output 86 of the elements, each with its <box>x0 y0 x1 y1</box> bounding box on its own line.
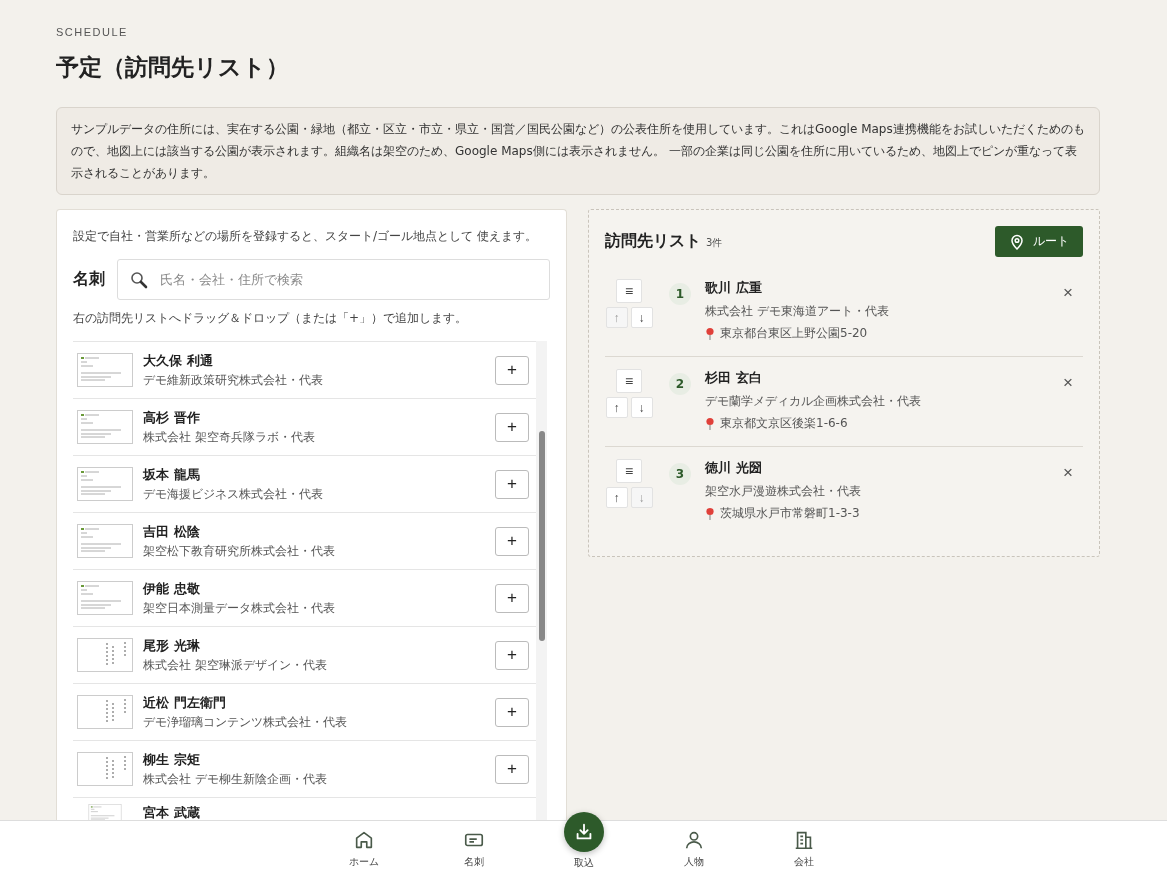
page-title: 予定（訪問先リスト） <box>56 52 290 82</box>
card-thumbnail-icon <box>77 467 133 501</box>
card-thumbnail-icon <box>77 638 133 672</box>
hint-text: 設定で自社・営業所などの場所を登録すると、スタート/ゴール地点として 使えます。 <box>73 228 538 245</box>
company-name: 株式会社 デモ柳生新陰企画・代表 <box>143 770 328 788</box>
order-badge: 2 <box>669 373 691 395</box>
remove-button[interactable]: × <box>1053 373 1083 393</box>
company-name: デモ蘭学メディカル企画株式会社・代表 <box>705 393 922 410</box>
company-name: 架空松下教育研究所株式会社・代表 <box>143 542 336 560</box>
panel-title: 訪問先リスト <box>605 231 701 250</box>
address-text: 東京都文京区後楽1-6-6 <box>720 415 848 432</box>
company-name: 架空水戸漫遊株式会社・代表 <box>705 483 862 500</box>
add-button[interactable]: + <box>495 583 529 613</box>
card-row[interactable]: 吉田 松陰 架空松下教育研究所株式会社・代表 + <box>73 513 536 570</box>
pin-icon <box>705 417 715 430</box>
nav-tab[interactable]: 人物 <box>669 821 718 879</box>
person-name: 近松 門左衛門 <box>143 693 227 712</box>
person-name: 大久保 利通 <box>143 351 214 370</box>
move-up-button[interactable]: ↑ <box>605 487 628 508</box>
nav-tab[interactable]: 会社 <box>779 821 828 879</box>
scrollbar-thumb[interactable] <box>539 431 545 641</box>
card-row[interactable]: 尾形 光琳 株式会社 架空琳派デザイン・代表 + <box>73 627 536 684</box>
person-name: 伊能 忠敬 <box>143 579 201 598</box>
card-thumbnail-icon <box>77 524 133 558</box>
move-up-button[interactable]: ↑ <box>605 397 628 418</box>
card-row[interactable]: 伊能 忠敬 架空日本測量データ株式会社・代表 + <box>73 570 536 627</box>
route-button[interactable]: ルート <box>995 226 1083 257</box>
card-thumbnail-icon <box>77 581 133 615</box>
search-field[interactable]: 氏名・会社・住所で検索 <box>117 259 550 300</box>
person-name: 高杉 晋作 <box>143 408 201 427</box>
remove-button[interactable]: × <box>1053 463 1083 483</box>
card-row[interactable]: 近松 門左衛門 デモ浄瑠璃コンテンツ株式会社・代表 + <box>73 684 536 741</box>
card-row[interactable]: 大久保 利通 デモ維新政策研究株式会社・代表 + <box>73 342 536 399</box>
person-name: 尾形 光琳 <box>143 636 201 655</box>
import-button[interactable] <box>563 812 604 852</box>
search-icon <box>130 270 148 289</box>
company-name: 架空日本測量データ株式会社・代表 <box>143 599 336 617</box>
person-name: 吉田 松陰 <box>143 522 201 541</box>
card-row[interactable]: 高杉 晋作 株式会社 架空奇兵隊ラボ・代表 + <box>73 399 536 456</box>
remove-button[interactable]: × <box>1053 283 1083 303</box>
company-name: 株式会社 架空琳派デザイン・代表 <box>143 656 328 674</box>
add-button[interactable]: + <box>495 754 529 784</box>
person-name: 徳川 光圀 <box>705 459 763 477</box>
company-name: デモ維新政策研究株式会社・代表 <box>143 371 324 389</box>
card-thumbnail-icon <box>77 410 133 444</box>
hint-text: 右の訪問先リストへドラッグ＆ドロップ（または「+」）で追加します。 <box>73 310 469 327</box>
add-button[interactable]: + <box>495 697 529 727</box>
person-name: 坂本 龍馬 <box>143 465 201 484</box>
search-input[interactable]: 氏名・会社・住所で検索 <box>158 271 537 288</box>
person-name: 杉田 玄白 <box>705 369 763 387</box>
address-text: 東京都台東区上野公園5-20 <box>720 325 868 342</box>
order-badge: 1 <box>669 283 691 305</box>
person-name: 歌川 広重 <box>705 279 763 297</box>
person-name: 宮本 武蔵 <box>143 804 201 821</box>
order-badge: 3 <box>669 463 691 485</box>
item-count: 3件 <box>706 237 723 248</box>
card-thumbnail-icon <box>77 752 133 786</box>
add-button[interactable]: + <box>495 526 529 556</box>
drag-handle[interactable]: ≡ <box>616 459 642 483</box>
nav-tab[interactable]: 名刺 <box>449 821 498 879</box>
move-down-button[interactable]: ↓ <box>630 397 653 418</box>
company-name: 株式会社 架空奇兵隊ラボ・代表 <box>143 428 316 446</box>
card-row[interactable]: 柳生 宗矩 株式会社 デモ柳生新陰企画・代表 + <box>73 741 536 798</box>
company-name: 株式会社 デモ東海道アート・代表 <box>705 303 890 320</box>
add-button[interactable]: + <box>495 412 529 442</box>
pin-icon <box>705 327 715 340</box>
add-button[interactable]: + <box>495 640 529 670</box>
section-label: SCHEDULE <box>56 26 129 38</box>
drag-handle[interactable]: ≡ <box>616 279 642 303</box>
notice-text: サンプルデータの住所には、実在する公園・緑地（都立・区立・市立・県立・国営／国民公園など）の公表住所を使用しています。これはGoogle Maps連携機能をお試しいただくためのもので、地図上には該当する公園が表示されます。組織名は架空のため、Google Maps側には表示されません。 一部の企業は同じ公園を住所に用いているため、地図上でピンが重なって表示されることがあります。 <box>56 107 1100 195</box>
map-pin-icon <box>1009 233 1025 250</box>
move-down-button[interactable]: ↓ <box>630 307 653 328</box>
drag-handle[interactable]: ≡ <box>616 369 642 393</box>
card-thumbnail-icon <box>77 353 133 387</box>
company-name: デモ海援ビジネス株式会社・代表 <box>143 485 324 503</box>
card-thumbnail-icon <box>77 695 133 729</box>
company-name: デモ浄瑠璃コンテンツ株式会社・代表 <box>143 713 348 731</box>
add-button[interactable]: + <box>495 355 529 385</box>
address-text: 茨城県水戸市常磐町1-3-3 <box>720 505 860 522</box>
card-row[interactable]: 坂本 龍馬 デモ海援ビジネス株式会社・代表 + <box>73 456 536 513</box>
pin-icon <box>705 507 715 520</box>
nav-tab[interactable]: ホーム <box>339 821 388 879</box>
person-name: 柳生 宗矩 <box>143 750 201 769</box>
section-label: 名刺 <box>73 269 105 290</box>
nav-tab[interactable]: 取込 <box>559 809 608 879</box>
add-button[interactable]: + <box>495 469 529 499</box>
